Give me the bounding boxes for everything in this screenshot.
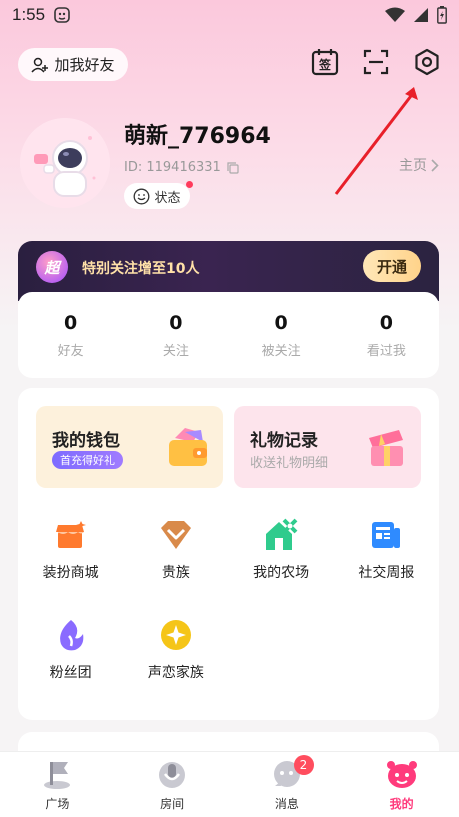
astronaut-avatar-icon (20, 118, 110, 208)
status-button[interactable]: 状态 (124, 181, 193, 209)
user-id: ID: 119416331 (124, 160, 239, 175)
feature-label: 我的农场 (253, 565, 310, 581)
stat-label: 看过我 (366, 343, 406, 359)
family-icon (160, 620, 191, 650)
homepage-link[interactable]: 主页 (399, 155, 439, 175)
fan-icon (59, 620, 83, 651)
tab-me[interactable]: 我的 (344, 752, 459, 817)
chevron-right-icon (431, 158, 439, 172)
avatar[interactable] (20, 118, 110, 208)
tab-label: 广场 (45, 797, 70, 811)
shop-icon (55, 521, 86, 548)
feature-label: 粉丝团 (49, 665, 92, 681)
feature-label: 声恋家族 (147, 665, 204, 681)
vip-open-button[interactable]: 开通 (363, 250, 421, 282)
smiley-icon (134, 188, 150, 204)
stat-value: 0 (379, 311, 393, 334)
copy-icon[interactable] (227, 161, 239, 174)
feature-nobility[interactable]: 贵族 (123, 518, 228, 618)
tab-label: 我的 (389, 797, 414, 811)
homepage-label: 主页 (399, 158, 427, 174)
clock: 1:55 (12, 5, 46, 24)
username: 萌新_776964 (124, 124, 271, 149)
app-notification-icon (54, 7, 70, 23)
tab-room[interactable]: 房间 (115, 752, 230, 817)
add-friend-label: 加我好友 (54, 56, 115, 74)
stat-friends[interactable]: 0 好友 (18, 292, 123, 378)
sign-in-button[interactable]: 签 (311, 48, 339, 76)
signal-icon (414, 8, 428, 22)
wallet-card[interactable]: 我的钱包 首充得好礼 (36, 406, 223, 488)
feature-label: 装扮商城 (42, 565, 99, 581)
feature-fan-club[interactable]: 粉丝团 (18, 618, 123, 718)
status-bar: 1:55 (0, 0, 459, 30)
tab-bar: 广场 房间 2 消息 我的 (0, 751, 459, 817)
stat-visitors[interactable]: 0 看过我 (334, 292, 439, 378)
status-dot (186, 181, 193, 188)
tab-label: 房间 (160, 797, 185, 811)
user-id-text: ID: 119416331 (124, 160, 221, 175)
stat-followers[interactable]: 0 被关注 (229, 292, 334, 378)
gift-box-icon (369, 430, 403, 466)
room-icon (159, 762, 186, 788)
svg-text:签: 签 (318, 57, 332, 72)
settings-icon (415, 48, 439, 76)
plaza-icon (44, 762, 71, 789)
stat-value: 0 (64, 311, 78, 334)
farm-icon (266, 518, 298, 550)
add-friend-button[interactable]: 加我好友 (18, 48, 128, 81)
stat-value: 0 (169, 311, 183, 334)
me-icon (386, 761, 417, 788)
add-user-icon (31, 57, 49, 73)
feature-my-farm[interactable]: 我的农场 (229, 518, 334, 618)
status-label: 状态 (154, 190, 181, 206)
wallet-title: 我的钱包 (52, 431, 120, 451)
feature-label: 贵族 (161, 565, 190, 581)
sign-in-icon: 签 (311, 49, 339, 76)
tab-messages[interactable]: 2 消息 (230, 752, 345, 817)
feature-voice-family[interactable]: 声恋家族 (123, 618, 228, 718)
wallet-icon (169, 428, 207, 466)
feature-dress-up-shop[interactable]: 装扮商城 (18, 518, 123, 618)
battery-icon (437, 6, 447, 24)
stats-card: 0 好友 0 关注 0 被关注 0 看过我 (18, 292, 439, 378)
scan-button[interactable] (362, 48, 390, 76)
feature-social-weekly[interactable]: 社交周报 (334, 518, 439, 618)
unread-badge: 2 (293, 755, 314, 775)
feature-grid: 装扮商城 贵族 我的农场 社交周报 粉丝团 声恋家族 (18, 518, 439, 718)
wifi-icon (385, 7, 405, 22)
stat-following[interactable]: 0 关注 (123, 292, 228, 378)
annotation-arrow (334, 87, 418, 195)
stat-label: 被关注 (261, 343, 301, 359)
feature-label: 社交周报 (358, 565, 415, 581)
scan-icon (363, 49, 389, 75)
features-card: 我的钱包 首充得好礼 礼物记录 收送礼物明细 装扮商城 贵族 我的农场 社交周报… (18, 388, 439, 720)
vip-text: 特别关注增至10人 (82, 261, 200, 277)
diamond-icon (160, 521, 191, 549)
settings-button[interactable] (413, 48, 441, 76)
gift-subtitle: 收送礼物明细 (250, 456, 329, 471)
gift-record-card[interactable]: 礼物记录 收送礼物明细 (234, 406, 421, 488)
stat-value: 0 (274, 311, 288, 334)
tab-label: 消息 (274, 797, 299, 811)
stat-label: 关注 (162, 343, 189, 359)
report-icon (372, 522, 401, 548)
gift-title: 礼物记录 (250, 431, 318, 451)
wallet-subtitle-badge: 首充得好礼 (52, 451, 123, 469)
stat-label: 好友 (57, 343, 84, 359)
tab-plaza[interactable]: 广场 (0, 752, 115, 817)
vip-badge-icon: 超 (36, 251, 68, 283)
